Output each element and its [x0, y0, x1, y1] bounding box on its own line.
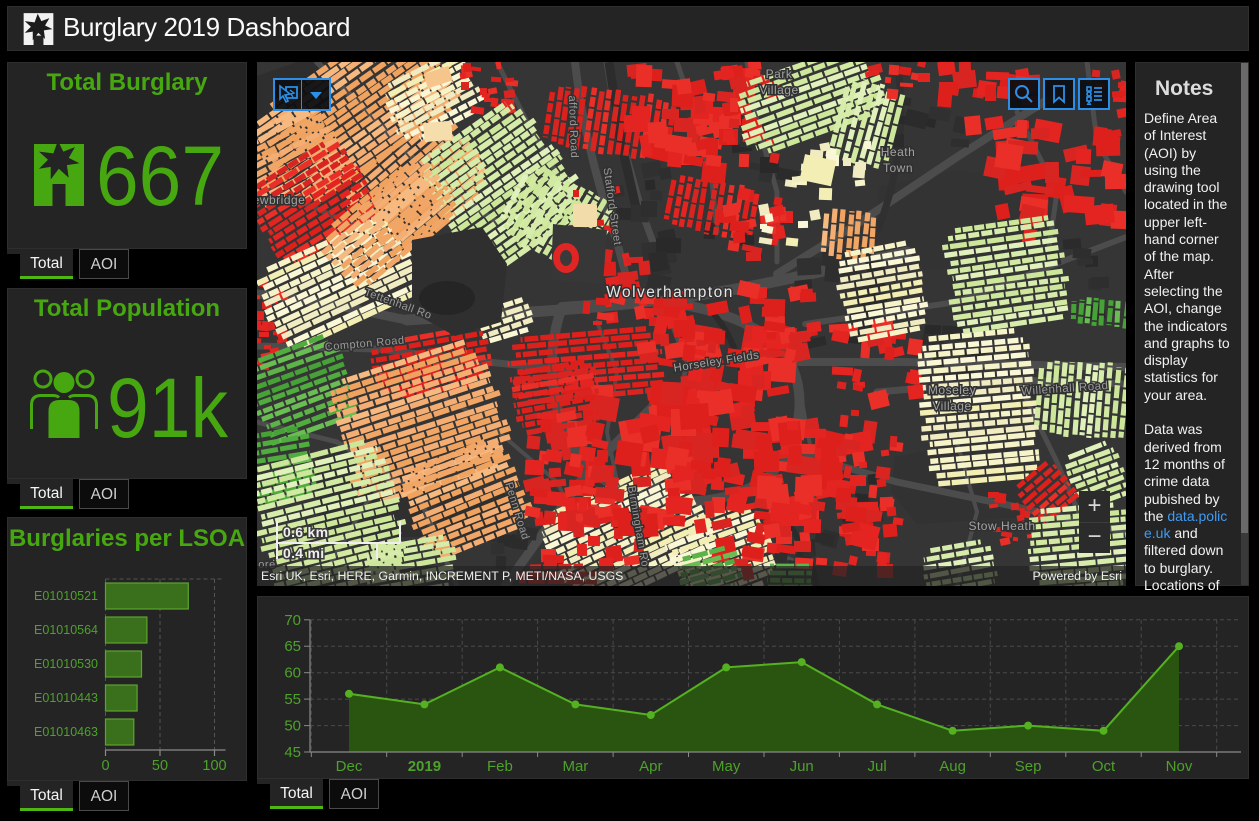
svg-text:45: 45 [284, 744, 301, 761]
svg-text:0: 0 [101, 758, 109, 774]
svg-text:Nov: Nov [1166, 758, 1193, 775]
svg-text:50: 50 [284, 718, 301, 735]
svg-text:E01010443: E01010443 [34, 691, 98, 705]
svg-text:2019: 2019 [408, 758, 441, 775]
svg-text:E01010564: E01010564 [34, 623, 98, 637]
svg-text:E01010530: E01010530 [34, 657, 98, 671]
svg-text:0.6 km: 0.6 km [283, 524, 328, 540]
svg-text:Village: Village [932, 399, 971, 413]
svg-text:Park: Park [766, 67, 793, 81]
svg-text:667: 667 [96, 129, 224, 223]
svg-text:Dec: Dec [336, 758, 363, 775]
svg-text:Jul: Jul [868, 758, 887, 775]
svg-text:Sep: Sep [1015, 758, 1042, 775]
svg-text:Jun: Jun [790, 758, 814, 775]
svg-text:60: 60 [284, 665, 301, 682]
svg-text:E01010463: E01010463 [34, 725, 98, 739]
svg-text:Heath: Heath [881, 145, 916, 159]
svg-text:Aug: Aug [939, 758, 966, 775]
svg-text:50: 50 [152, 758, 168, 774]
svg-text:Stow Heath: Stow Heath [968, 519, 1035, 533]
svg-text:Apr: Apr [639, 758, 662, 775]
svg-text:Wolverhampton: Wolverhampton [606, 284, 734, 301]
svg-text:E01010521: E01010521 [34, 589, 98, 603]
svg-text:91k: 91k [107, 361, 229, 455]
svg-text:Village: Village [759, 83, 798, 97]
svg-text:Mar: Mar [562, 758, 588, 775]
svg-text:ewbridge: ewbridge [257, 193, 305, 207]
svg-text:65: 65 [284, 638, 301, 655]
svg-text:Oct: Oct [1092, 758, 1116, 775]
svg-text:0.4 mi: 0.4 mi [283, 545, 325, 561]
svg-text:70: 70 [284, 612, 301, 629]
svg-text:May: May [712, 758, 741, 775]
svg-text:Town: Town [883, 161, 913, 175]
svg-text:100: 100 [202, 758, 226, 774]
svg-text:Feb: Feb [487, 758, 513, 775]
svg-text:55: 55 [284, 691, 301, 708]
svg-text:afford Road: afford Road [566, 95, 580, 158]
svg-text:Moseley: Moseley [928, 383, 976, 397]
